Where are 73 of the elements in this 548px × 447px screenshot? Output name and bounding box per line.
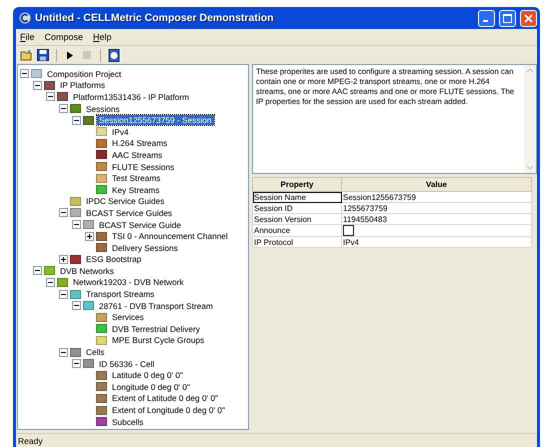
- tree-item[interactable]: Session1255673759 - Session: [97, 115, 214, 126]
- menu-item[interactable]: Help: [93, 32, 112, 42]
- collapse-toggle-icon[interactable]: [59, 348, 68, 357]
- tree-item[interactable]: Extent of Longitude 0 deg 0' 0": [110, 405, 227, 416]
- column-header[interactable]: Property: [252, 178, 342, 192]
- minimize-icon: [482, 20, 488, 22]
- tree-item[interactable]: Platform13531436 - IP Platform: [71, 92, 192, 102]
- tree-item[interactable]: Extent of Latitude 0 deg 0' 0": [110, 393, 220, 404]
- tree-item[interactable]: IPv4: [110, 126, 131, 137]
- collapse-toggle-icon[interactable]: [33, 266, 42, 276]
- tree-item[interactable]: Composition Project: [45, 68, 124, 79]
- window-title: Untitled - CELLMetric Composer Demonstration: [35, 12, 275, 24]
- property-name: Session Version: [252, 214, 342, 224]
- checkbox[interactable]: [343, 225, 354, 236]
- help-icon[interactable]: [107, 48, 121, 62]
- collapse-toggle-icon[interactable]: [72, 220, 81, 230]
- status-bar: Ready: [16, 433, 537, 447]
- tree-item[interactable]: DVB Terrestrial Delivery: [110, 324, 202, 334]
- tree-item[interactable]: Sessions: [84, 104, 122, 114]
- collapse-toggle-icon[interactable]: [72, 359, 81, 368]
- menu-item[interactable]: Compose: [44, 32, 84, 42]
- collapse-toggle-icon[interactable]: [72, 301, 81, 310]
- tree-item[interactable]: Cells: [84, 347, 106, 358]
- tree-item[interactable]: Network19203 - DVB Network: [71, 277, 186, 288]
- tree-item[interactable]: DVB Networks: [58, 266, 116, 276]
- property-value[interactable]: Session1255673759: [342, 192, 532, 202]
- property-name: Session Name: [252, 192, 342, 202]
- tree-item[interactable]: Services: [110, 312, 146, 322]
- expand-toggle-icon[interactable]: [85, 232, 94, 241]
- collapse-toggle-icon[interactable]: [20, 69, 29, 78]
- tree-item[interactable]: FLUTE Sessions: [110, 162, 176, 172]
- collapse-toggle-icon[interactable]: [72, 116, 81, 125]
- tree-item[interactable]: 28761 - DVB Transport Stream: [97, 300, 215, 311]
- close-button[interactable]: [520, 10, 537, 26]
- tree-item[interactable]: Test Streams: [110, 173, 162, 184]
- property-value[interactable]: IPv4: [342, 236, 532, 248]
- tree-item[interactable]: TSI 0 - Announcement Channel: [110, 231, 230, 242]
- tree-item[interactable]: Key Streams: [110, 184, 162, 195]
- tree-item[interactable]: H.264 Streams: [110, 138, 170, 148]
- property-value[interactable]: 1255673759: [342, 202, 532, 214]
- tree-item[interactable]: AAC Streams: [110, 150, 164, 160]
- tree-item[interactable]: BCAST Service Guides: [84, 208, 174, 218]
- open-folder-icon[interactable]: [19, 48, 33, 62]
- property-name: Announce: [252, 224, 342, 236]
- app-logo-icon: [19, 12, 31, 24]
- collapse-toggle-icon[interactable]: [46, 92, 55, 102]
- tree-item[interactable]: MPE Burst Cycle Groups: [110, 335, 206, 346]
- collapse-toggle-icon[interactable]: [59, 290, 68, 299]
- tree-item[interactable]: ESG Bootstrap: [84, 254, 144, 264]
- tree-item[interactable]: BCAST Service Guide: [97, 220, 183, 230]
- column-header[interactable]: Value: [342, 178, 532, 192]
- collapse-toggle-icon[interactable]: [46, 278, 55, 287]
- save-icon[interactable]: [36, 48, 50, 62]
- expand-toggle-icon[interactable]: [59, 254, 68, 264]
- tree-item[interactable]: Transport Streams: [84, 289, 156, 300]
- collapse-toggle-icon[interactable]: [59, 208, 68, 218]
- close-icon: [524, 14, 533, 22]
- tree-item[interactable]: Latitude 0 deg 0' 0": [110, 370, 185, 380]
- property-name: IP Protocol: [252, 236, 342, 248]
- collapse-toggle-icon[interactable]: [59, 104, 68, 114]
- maximize-icon: [503, 14, 512, 22]
- tree-item[interactable]: IPDC Service Guides: [84, 196, 166, 206]
- minimize-button[interactable]: [478, 10, 495, 26]
- tree-item[interactable]: Longitude 0 deg 0' 0": [110, 382, 192, 392]
- tree-item[interactable]: ID 56336 - Cell: [97, 358, 156, 369]
- collapse-toggle-icon[interactable]: [33, 80, 42, 90]
- tree-item[interactable]: IP Platforms: [58, 80, 108, 90]
- menu-item[interactable]: File: [20, 32, 35, 42]
- property-value[interactable]: 1194550483: [342, 214, 532, 224]
- maximize-button[interactable]: [499, 10, 516, 26]
- tree-item[interactable]: Delivery Sessions: [110, 242, 180, 253]
- property-name: Session ID: [252, 202, 342, 214]
- tree-item[interactable]: Subcells: [110, 416, 146, 427]
